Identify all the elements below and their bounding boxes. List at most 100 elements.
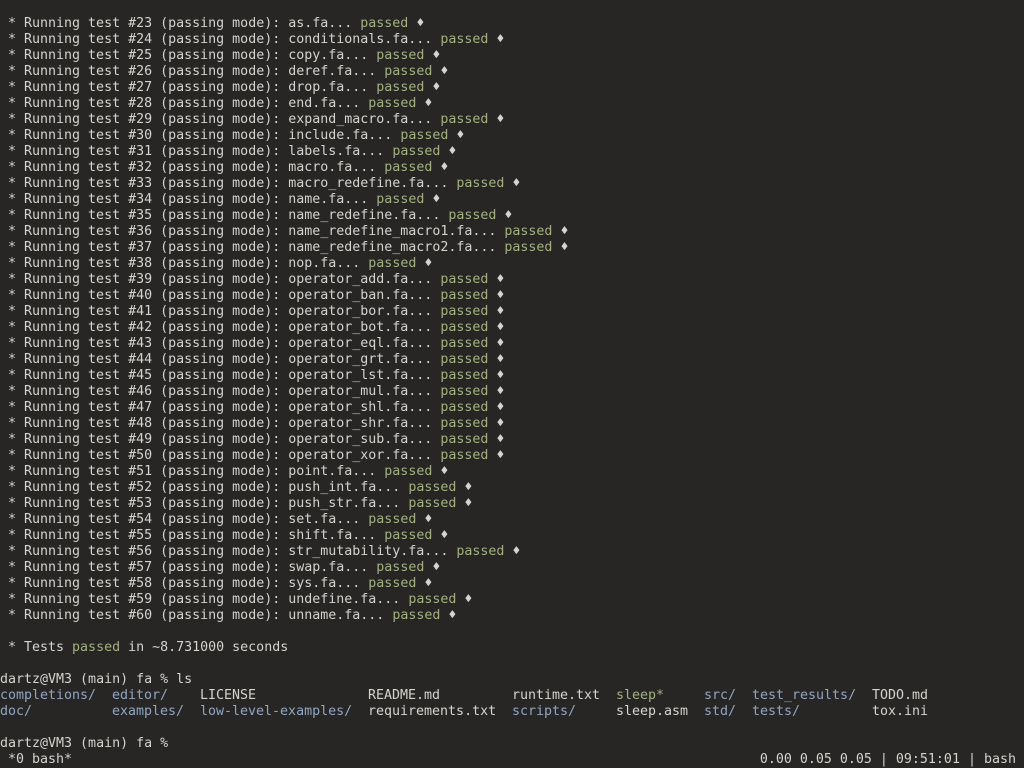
test-mode: (passing mode): [152,320,289,335]
test-file: operator_mul.fa... [288,384,433,399]
test-line: * Running test #51 (passing mode): point… [0,464,1024,480]
diamond-icon: ♦ [496,288,505,303]
test-line: * Running test #40 (passing mode): opera… [0,288,1024,304]
test-mode: (passing mode): [152,464,289,479]
test-line: * Running test #46 (passing mode): opera… [0,384,1024,400]
test-prefix: * Running test [8,512,129,527]
diamond-icon: ♦ [560,224,569,239]
test-passed-label: passed [440,304,489,319]
test-file: sys.fa... [288,576,361,591]
diamond-icon: ♦ [496,272,505,287]
test-number: #47 [128,400,153,415]
test-mode: (passing mode): [152,48,289,63]
test-number: #43 [128,336,153,351]
test-file: set.fa... [288,512,361,527]
test-passed-label: passed [440,368,489,383]
test-passed-label: passed [376,192,425,207]
test-line: * Running test #24 (passing mode): condi… [0,32,1024,48]
test-file: operator_ban.fa... [288,288,433,303]
test-file: operator_eql.fa... [288,336,433,351]
ls-entry: test_results/ [752,688,857,703]
test-file: operator_add.fa... [288,272,433,287]
test-mode: (passing mode): [152,32,289,47]
test-mode: (passing mode): [152,192,289,207]
test-file: name.fa... [288,192,369,207]
test-number: #29 [128,112,153,127]
test-file: name_redefine.fa... [288,208,441,223]
test-passed-label: passed [368,96,417,111]
test-passed-label: passed [392,608,441,623]
test-file: operator_lst.fa... [288,368,433,383]
test-mode: (passing mode): [152,400,289,415]
test-line: * Running test #44 (passing mode): opera… [0,352,1024,368]
diamond-icon: ♦ [448,144,457,159]
terminal-output[interactable]: * Running test #23 (passing mode): as.fa… [0,16,1024,752]
diamond-icon: ♦ [496,400,505,415]
test-mode: (passing mode): [152,144,289,159]
test-file: end.fa... [288,96,361,111]
diamond-icon: ♦ [496,112,505,127]
diamond-icon: ♦ [496,336,505,351]
test-passed-label: passed [448,208,497,223]
test-file: labels.fa... [288,144,385,159]
diamond-icon: ♦ [496,320,505,335]
test-prefix: * Running test [8,528,129,543]
test-line: * Running test #55 (passing mode): shift… [0,528,1024,544]
ls-entry: TODO.md [872,688,929,703]
diamond-icon: ♦ [496,304,505,319]
test-number: #34 [128,192,153,207]
test-log: * Running test #23 (passing mode): as.fa… [0,16,1024,624]
test-prefix: * Running test [8,544,129,559]
test-passed-label: passed [376,560,425,575]
test-number: #38 [128,256,153,271]
test-prefix: * Running test [8,128,129,143]
test-prefix: * Running test [8,160,129,175]
test-number: #30 [128,128,153,143]
diamond-icon: ♦ [456,128,465,143]
test-passed-label: passed [504,224,553,239]
ls-entry: scripts/ [512,704,577,719]
test-file: deref.fa... [288,64,377,79]
test-file: undefine.fa... [288,592,401,607]
test-passed-label: passed [456,544,505,559]
test-file: name_redefine_macro1.fa... [288,224,497,239]
ls-entry: README.md [368,688,441,703]
ls-entry: low-level-examples/ [200,704,353,719]
test-number: #26 [128,64,153,79]
test-number: #50 [128,448,153,463]
test-line: * Running test #56 (passing mode): str_m… [0,544,1024,560]
tmux-window-label[interactable]: *0 bash* [8,752,72,768]
test-passed-label: passed [408,592,457,607]
test-number: #42 [128,320,153,335]
test-passed-label: passed [368,576,417,591]
test-number: #25 [128,48,153,63]
diamond-icon: ♦ [504,208,513,223]
test-mode: (passing mode): [152,176,289,191]
test-number: #52 [128,480,153,495]
ls-entry: std/ [704,704,737,719]
diamond-icon: ♦ [448,608,457,623]
test-number: #56 [128,544,153,559]
test-line: * Running test #58 (passing mode): sys.f… [0,576,1024,592]
test-mode: (passing mode): [152,416,289,431]
diamond-icon: ♦ [424,96,433,111]
test-passed-label: passed [384,160,433,175]
test-line: * Running test #23 (passing mode): as.fa… [0,16,1024,32]
test-line: * Running test #28 (passing mode): end.f… [0,96,1024,112]
diamond-icon: ♦ [432,80,441,95]
test-prefix: * Running test [8,224,129,239]
test-prefix: * Running test [8,416,129,431]
shell-prompt-current[interactable]: dartz@VM3 (main) fa % [0,736,1024,752]
test-mode: (passing mode): [152,208,289,223]
test-file: operator_xor.fa... [288,448,433,463]
test-passed-label: passed [440,448,489,463]
test-number: #39 [128,272,153,287]
test-prefix: * Running test [8,464,129,479]
test-line: * Running test #49 (passing mode): opera… [0,432,1024,448]
test-file: name_redefine_macro2.fa... [288,240,497,255]
test-prefix: * Running test [8,272,129,287]
test-line: * Running test #53 (passing mode): push_… [0,496,1024,512]
diamond-icon: ♦ [424,576,433,591]
test-mode: (passing mode): [152,160,289,175]
test-number: #31 [128,144,153,159]
